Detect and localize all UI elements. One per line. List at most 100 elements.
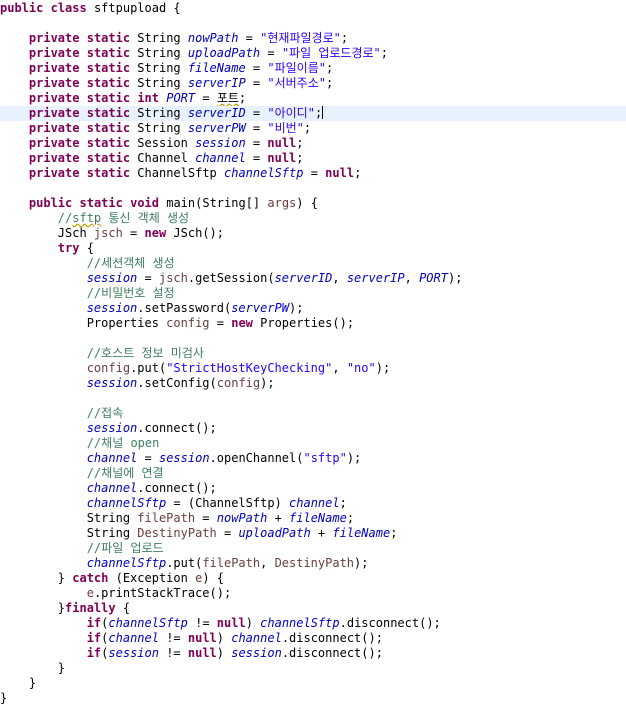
code-line[interactable]: //비밀번호 설정 xyxy=(0,286,626,301)
code-text: = xyxy=(137,271,159,285)
code-line[interactable]: private static ChannelSftp channelSftp =… xyxy=(0,166,626,181)
code-line[interactable] xyxy=(0,391,626,406)
code-line[interactable]: if(session != null) session.disconnect()… xyxy=(0,646,626,661)
code-line[interactable]: String filePath = nowPath + fileName; xyxy=(0,511,626,526)
code-line[interactable]: session.setPassword(serverPW); xyxy=(0,301,626,316)
code-text: } xyxy=(0,691,8,705)
code-keyword: null xyxy=(187,646,217,660)
code-keyword: int xyxy=(137,91,159,105)
code-keyword: private xyxy=(28,121,80,135)
code-text: = xyxy=(245,61,268,75)
code-line[interactable] xyxy=(0,331,626,346)
code-line[interactable]: private static String serverIP = "서버주소"; xyxy=(0,76,626,91)
code-line[interactable]: e.printStackTrace(); xyxy=(0,586,626,601)
code-text: ; xyxy=(303,121,312,135)
code-line[interactable]: Properties config = new Properties(); xyxy=(0,316,626,331)
code-line[interactable]: private static String uploadPath = "파일 업… xyxy=(0,46,626,61)
code-keyword: null xyxy=(325,166,355,180)
code-line[interactable] xyxy=(0,16,626,31)
code-line[interactable]: private static String serverID = "아이디"; xyxy=(0,106,626,121)
code-field: channel xyxy=(231,631,282,645)
code-string: "StrictHostKeyChecking" xyxy=(166,361,333,375)
code-line[interactable]: config.put("StrictHostKeyChecking", "no"… xyxy=(0,361,626,376)
code-line[interactable]: public class sftpupload { xyxy=(0,1,626,16)
code-text: ; xyxy=(314,106,323,120)
code-text: String xyxy=(130,31,188,45)
code-text: ); xyxy=(354,556,369,570)
code-line[interactable]: session.connect(); xyxy=(0,421,626,436)
code-line[interactable]: //세션객체 생성 xyxy=(0,256,626,271)
code-variable: filePath xyxy=(202,556,261,570)
code-line[interactable]: } catch (Exception e) { xyxy=(0,571,626,586)
code-line[interactable]: } xyxy=(0,691,626,706)
code-keyword: try xyxy=(57,241,80,255)
code-line[interactable]: public static void main(String[] args) { xyxy=(0,196,626,211)
code-string: "파일이름" xyxy=(267,61,326,75)
code-line[interactable]: } xyxy=(0,676,626,691)
code-keyword: private xyxy=(28,61,80,75)
code-line[interactable]: //sftp 통신 객체 생성 xyxy=(0,211,626,226)
code-line[interactable]: channel.connect(); xyxy=(0,481,626,496)
code-line[interactable]: try { xyxy=(0,241,626,256)
code-text: sftpupload { xyxy=(86,1,181,15)
code-line[interactable]: //채널에 연결 xyxy=(0,466,626,481)
code-line[interactable]: private static String nowPath = "현재파일경로"… xyxy=(0,31,626,46)
code-field: channelSftp xyxy=(108,616,188,630)
code-line[interactable]: }finally { xyxy=(0,601,626,616)
code-line[interactable]: session.setConfig(config); xyxy=(0,376,626,391)
code-comment: 통신 객체 생성 xyxy=(101,211,190,225)
code-keyword: static xyxy=(79,196,123,210)
code-editor[interactable]: public class sftpupload { private static… xyxy=(0,0,626,728)
code-line[interactable]: session = jsch.getSession(serverID, serv… xyxy=(0,271,626,286)
code-field: session xyxy=(108,646,159,660)
code-line[interactable]: private static String serverPW = "비번"; xyxy=(0,121,626,136)
code-text: } xyxy=(0,676,37,690)
code-text: = xyxy=(303,166,326,180)
code-keyword: private xyxy=(28,46,80,60)
code-line[interactable]: channelSftp.put(filePath, DestinyPath); xyxy=(0,556,626,571)
code-text: .put( xyxy=(166,556,203,570)
code-line[interactable]: private static Session session = null; xyxy=(0,136,626,151)
code-field: serverID xyxy=(187,106,246,120)
code-comment: //접속 xyxy=(86,406,124,420)
code-line[interactable]: } xyxy=(0,661,626,676)
code-line[interactable]: //파일 업로드 xyxy=(0,541,626,556)
code-line[interactable]: //접속 xyxy=(0,406,626,421)
code-line[interactable] xyxy=(0,181,626,196)
code-variable: e xyxy=(86,586,94,600)
code-line[interactable]: JSch jsch = new JSch(); xyxy=(0,226,626,241)
code-field: channelSftp xyxy=(224,166,304,180)
code-line[interactable]: if(channel != null) channel.disconnect()… xyxy=(0,631,626,646)
code-line[interactable]: channelSftp = (ChannelSftp) channel; xyxy=(0,496,626,511)
code-field: PORT xyxy=(419,271,448,285)
code-line[interactable]: //호스트 정보 미검사 xyxy=(0,346,626,361)
code-line[interactable]: private static int PORT = 포트; xyxy=(0,91,626,106)
code-line[interactable]: channel = session.openChannel("sftp"); xyxy=(0,451,626,466)
code-text: ) xyxy=(216,646,232,660)
code-variable: config xyxy=(166,316,210,330)
code-line[interactable]: String DestinyPath = uploadPath + fileNa… xyxy=(0,526,626,541)
code-line[interactable]: //채널 open xyxy=(0,436,626,451)
code-text: ; xyxy=(354,166,362,180)
code-text: .put( xyxy=(130,361,167,375)
code-line[interactable]: private static String fileName = "파일이름"; xyxy=(0,61,626,76)
code-line[interactable]: private static Channel channel = null; xyxy=(0,151,626,166)
code-line[interactable]: if(channelSftp != null) channelSftp.disc… xyxy=(0,616,626,631)
